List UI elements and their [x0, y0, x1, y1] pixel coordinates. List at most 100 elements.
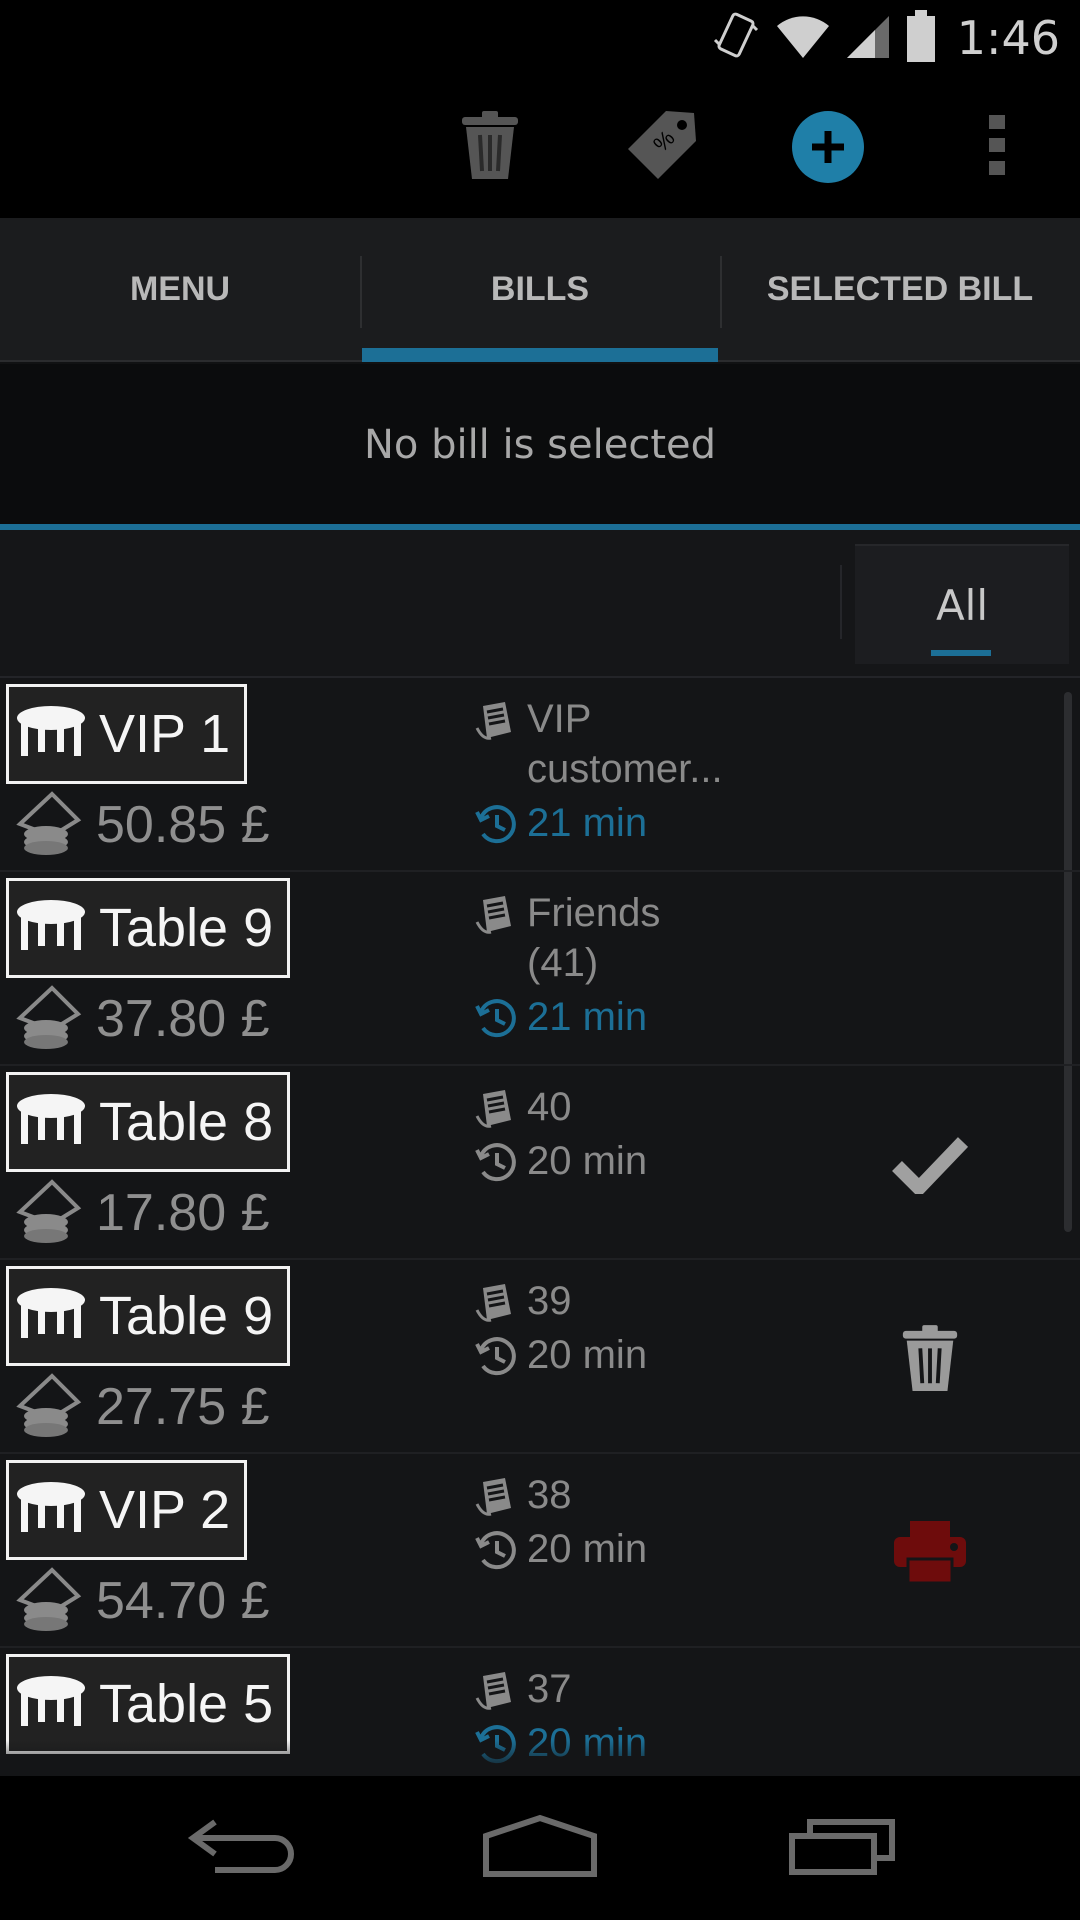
printer-icon [892, 1519, 968, 1589]
receipt-icon [475, 1470, 527, 1518]
tab-bar: MENU BILLS SELECTED BILL [0, 218, 1080, 362]
filter-indicator [931, 650, 991, 656]
table-icon [15, 1480, 87, 1540]
table-icon [15, 1286, 87, 1346]
table-badge[interactable]: Table 9 [6, 878, 291, 978]
bill-row[interactable]: VIP 1 50.85 £ VIP customer... 21 min [0, 678, 1080, 872]
recents-button[interactable] [778, 1810, 908, 1886]
bill-info: 38 20 min [475, 1470, 647, 1574]
overflow-menu-icon [987, 113, 1007, 181]
tab-bills[interactable]: BILLS [360, 218, 720, 362]
table-name: VIP 1 [99, 704, 231, 764]
table-name: Table 5 [99, 1674, 274, 1734]
table-badge[interactable]: VIP 2 [6, 1460, 248, 1560]
table-name: Table 9 [99, 1286, 274, 1346]
bill-row[interactable]: Table 9 27.75 £ 39 20 min [0, 1260, 1080, 1454]
bill-row[interactable]: Table 8 17.80 £ 40 20 min [0, 1066, 1080, 1260]
bill-note-line: customer... [527, 747, 723, 791]
clock-icon [475, 992, 527, 1040]
check-button[interactable] [890, 1126, 970, 1206]
amount-value: 37.80 £ [96, 990, 270, 1048]
elapsed-time: 20 min [527, 1333, 648, 1377]
table-icon [15, 1674, 87, 1734]
back-button[interactable] [175, 1810, 305, 1886]
amount-value: 17.80 £ [96, 1184, 270, 1242]
add-bill-button[interactable] [783, 102, 873, 192]
bill-note-line: 38 [527, 1473, 572, 1517]
discount-button[interactable]: % [617, 102, 707, 192]
table-name: Table 9 [99, 898, 274, 958]
check-icon [891, 1134, 969, 1199]
clock-icon [475, 1524, 527, 1572]
wifi-icon [775, 12, 831, 64]
home-icon [480, 1814, 600, 1882]
coins-icon [12, 984, 82, 1054]
table-name: Table 8 [99, 1092, 274, 1152]
tab-menu[interactable]: MENU [0, 218, 360, 360]
elapsed-time: 21 min [527, 801, 648, 845]
discount-tag-icon: % [622, 105, 702, 189]
coins-icon [12, 1178, 82, 1248]
bill-note-line: 39 [527, 1279, 572, 1323]
printer-button[interactable] [890, 1514, 970, 1594]
elapsed-time: 20 min [527, 1139, 648, 1183]
active-tab-indicator [362, 348, 718, 362]
bill-note-line: 37 [527, 1667, 572, 1711]
bill-info: 39 20 min [475, 1276, 647, 1380]
trash-button[interactable] [890, 1320, 970, 1400]
bill-amount: 27.75 £ [12, 1372, 270, 1442]
amount-value: 54.70 £ [96, 1572, 270, 1630]
recents-icon [788, 1816, 898, 1880]
coins-icon [12, 1372, 82, 1442]
bill-row[interactable]: Table 9 37.80 £ Friends (41) 21 min [0, 872, 1080, 1066]
home-button[interactable] [475, 1810, 605, 1886]
signal-icon [845, 12, 891, 64]
table-badge[interactable]: VIP 1 [6, 684, 248, 784]
bill-info: 40 20 min [475, 1082, 647, 1186]
battery-icon [905, 10, 937, 66]
status-bar: 1:46 [0, 0, 1080, 76]
amount-value: 27.75 £ [96, 1378, 270, 1436]
tab-selected-bill[interactable]: SELECTED BILL [720, 218, 1080, 360]
coins-icon [12, 790, 82, 860]
back-icon [185, 1816, 295, 1880]
bill-amount: 54.70 £ [12, 1566, 270, 1636]
list-fade [0, 1740, 1080, 1776]
filter-all-button[interactable]: All [855, 544, 1069, 664]
clock-icon [475, 798, 527, 846]
table-icon [15, 898, 87, 958]
clock-icon [475, 1330, 527, 1378]
delete-bill-button[interactable] [445, 102, 535, 192]
elapsed-time: 20 min [527, 1527, 648, 1571]
bill-info: Friends (41) 21 min [475, 888, 660, 1042]
navigation-bar [0, 1776, 1080, 1920]
trash-icon [899, 1322, 961, 1398]
clock-icon [475, 1136, 527, 1184]
vibrate-icon [713, 10, 761, 66]
receipt-icon [475, 694, 527, 742]
bill-amount: 17.80 £ [12, 1178, 270, 1248]
divider [840, 565, 842, 639]
bill-row[interactable]: VIP 2 54.70 £ 38 20 min [0, 1454, 1080, 1648]
bill-note-line: (41) [527, 941, 599, 985]
table-badge[interactable]: Table 8 [6, 1072, 291, 1172]
amount-value: 50.85 £ [96, 796, 270, 854]
table-badge[interactable]: Table 5 [6, 1654, 291, 1754]
trash-icon [458, 109, 522, 185]
bill-note-line: 40 [527, 1085, 572, 1129]
add-circle-icon [792, 111, 864, 183]
receipt-icon [475, 1276, 527, 1324]
bill-note-line: VIP [527, 697, 592, 741]
bill-note-line: Friends [527, 891, 661, 935]
clock: 1:46 [956, 11, 1060, 65]
bill-info: VIP customer... 21 min [475, 694, 723, 848]
action-bar: % [0, 76, 1080, 218]
selected-bill-panel: No bill is selected [0, 364, 1080, 526]
table-badge[interactable]: Table 9 [6, 1266, 291, 1366]
table-name: VIP 2 [99, 1480, 231, 1540]
table-icon [15, 704, 87, 764]
receipt-icon [475, 888, 527, 936]
bill-list[interactable]: VIP 1 50.85 £ VIP customer... 21 min Table 9 3… [0, 676, 1080, 1776]
receipt-icon [475, 1082, 527, 1130]
overflow-menu-button[interactable] [952, 102, 1042, 192]
